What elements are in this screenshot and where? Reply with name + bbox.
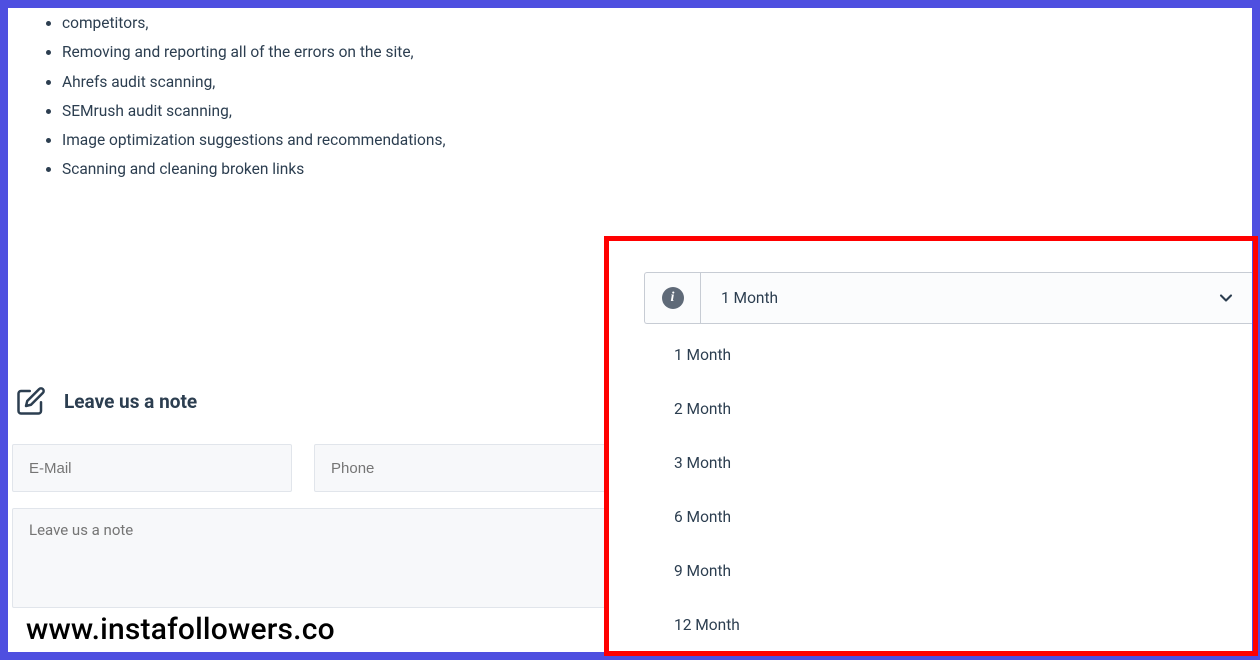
list-item: Ahrefs audit scanning, xyxy=(62,71,1232,94)
dropdown-option[interactable]: 2 Month xyxy=(642,382,772,436)
dropdown-option[interactable]: 3 Month xyxy=(642,436,772,490)
list-item: Scanning and cleaning broken links xyxy=(62,158,1232,181)
feature-list: competitors, Removing and reporting all … xyxy=(46,6,1232,188)
email-field[interactable] xyxy=(12,444,292,492)
note-title: Leave us a note xyxy=(64,390,197,413)
info-icon[interactable]: i xyxy=(645,273,701,323)
watermark-text: www.instafollowers.co xyxy=(26,612,335,647)
dropdown-option[interactable]: 6 Month xyxy=(642,490,772,544)
dropdown-option[interactable]: 1 Month xyxy=(642,328,772,382)
dropdown-selected-label: 1 Month xyxy=(701,289,1200,307)
dropdown-option[interactable]: 12 Month xyxy=(642,598,772,652)
note-textarea[interactable] xyxy=(12,508,606,608)
list-item: Removing and reporting all of the errors… xyxy=(62,41,1232,64)
duration-dropdown[interactable]: i 1 Month xyxy=(644,272,1252,324)
edit-icon xyxy=(16,386,46,416)
phone-field[interactable] xyxy=(314,444,606,492)
chevron-down-icon xyxy=(1200,288,1252,308)
list-item: SEMrush audit scanning, xyxy=(62,100,1232,123)
dropdown-options-list: 1 Month 2 Month 3 Month 6 Month 9 Month … xyxy=(642,328,772,652)
dropdown-option[interactable]: 9 Month xyxy=(642,544,772,598)
list-item: competitors, xyxy=(62,12,1232,35)
list-item: Image optimization suggestions and recom… xyxy=(62,129,1232,152)
